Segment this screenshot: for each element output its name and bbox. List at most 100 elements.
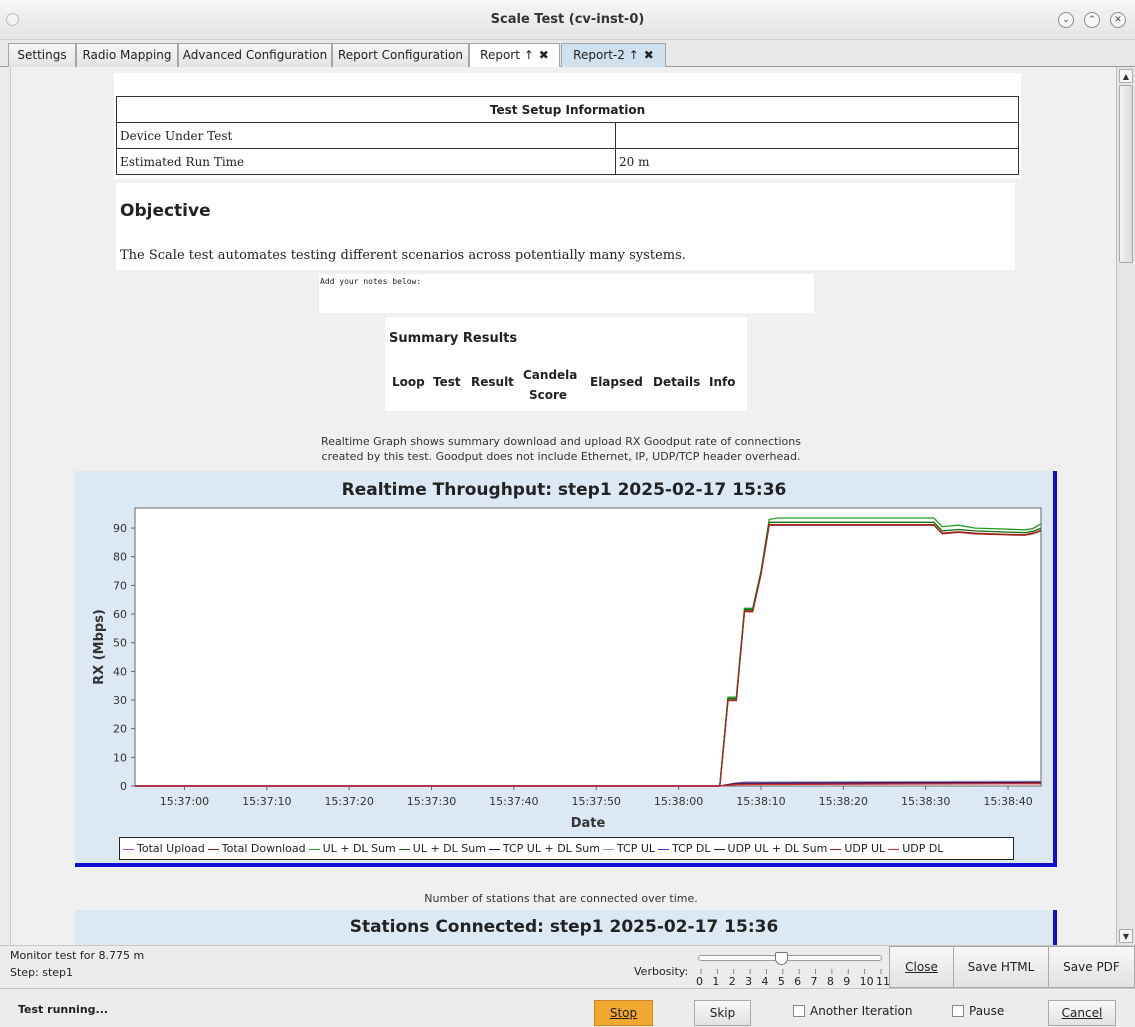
realtime-description: Realtime Graph shows summary download an…	[291, 434, 831, 464]
legend-label: UL + DL Sum	[322, 842, 396, 855]
legend-label: TCP UL	[616, 842, 656, 855]
realtime-description-line: Realtime Graph shows summary download an…	[321, 435, 801, 448]
legend-swatch	[207, 848, 219, 850]
slider-tick-label: 7	[810, 975, 818, 988]
monitor-duration: Monitor test for 8.775 m	[10, 949, 145, 962]
slider-tick-label: 5	[777, 975, 785, 988]
vertical-scrollbar[interactable]: ▲ ▼	[1116, 67, 1135, 945]
legend-label: TCP DL	[672, 842, 711, 855]
table-cell: Device Under Test	[116, 122, 616, 149]
x-tick-label: 15:38:20	[819, 795, 868, 808]
legend-item: UDP UL	[830, 842, 885, 855]
legend-swatch	[398, 848, 410, 850]
tab-advanced-configuration[interactable]: Advanced Configuration	[178, 43, 332, 67]
slider-ticks	[700, 969, 882, 974]
slider-tick-label: 8	[826, 975, 834, 988]
slider-tick-label: 2	[728, 975, 736, 988]
y-axis-label: RX (Mbps)	[92, 609, 107, 685]
objective-text: The Scale test automates testing differe…	[120, 248, 686, 263]
legend-swatch	[488, 848, 500, 850]
notes-placeholder: Add your notes below:	[320, 277, 422, 286]
close-button[interactable]: Close	[889, 946, 954, 988]
x-tick-label: 15:38:10	[736, 795, 785, 808]
legend-item: TCP UL	[602, 842, 656, 855]
legend-label: Total Upload	[137, 842, 205, 855]
x-tick-label: 15:37:50	[572, 795, 621, 808]
verbosity-label: Verbosity:	[634, 965, 689, 978]
objective-section: Objective The Scale test automates testi…	[116, 183, 1015, 270]
setup-table: Test Setup Information Device Under Test…	[116, 96, 1019, 175]
stop-button[interactable]: Stop	[594, 1000, 653, 1026]
verbosity-slider[interactable]: 0 1 2 3 4 5 6 7 8 9 10 11	[696, 952, 890, 988]
legend-swatch	[888, 848, 900, 850]
save-html-button[interactable]: Save HTML	[953, 946, 1049, 988]
summary-results-section: Summary Results Loop Test Result Candela…	[385, 317, 747, 411]
y-tick-label: 40	[113, 665, 127, 678]
tab-close-icon[interactable]: ✖	[644, 48, 654, 62]
slider-tick-label: 10	[859, 975, 874, 988]
save-pdf-button[interactable]: Save PDF	[1048, 946, 1135, 988]
stop-button-label: Stop	[609, 1006, 638, 1020]
legend-item: UDP UL + DL Sum	[713, 842, 827, 855]
slider-tick-label: 4	[761, 975, 769, 988]
scroll-up-icon[interactable]: ▲	[1119, 69, 1133, 83]
skip-button[interactable]: Skip	[694, 1000, 751, 1026]
legend-swatch	[308, 848, 320, 850]
x-tick-label: 15:37:20	[324, 795, 373, 808]
control-bar: Monitor test for 8.775 m Step: step1 Ver…	[0, 945, 1135, 988]
tab-radio-mapping[interactable]: Radio Mapping	[76, 43, 178, 67]
scrollbar-thumb[interactable]	[1119, 85, 1133, 263]
x-tick-label: 15:38:00	[654, 795, 703, 808]
stations-connected-chart: Stations Connected: step1 2025-02-17 15:…	[75, 910, 1057, 945]
slider-knob[interactable]	[775, 952, 788, 965]
legend-swatch	[658, 848, 670, 850]
legend-label: UL + DL Sum	[412, 842, 486, 855]
maximize-icon[interactable]: ⌃	[1084, 12, 1100, 28]
window-title: Scale Test (cv-inst-0)	[490, 12, 645, 27]
summary-col-test: Test	[433, 375, 461, 389]
close-button-label: Close	[905, 960, 938, 974]
tab-report[interactable]: Report ↑ ✖	[469, 43, 560, 68]
legend-item: UDP DL	[888, 842, 943, 855]
legend-item: TCP UL + DL Sum	[488, 842, 600, 855]
y-tick-label: 60	[113, 608, 127, 621]
scroll-down-icon[interactable]: ▼	[1119, 929, 1133, 943]
y-tick-label: 90	[113, 522, 127, 535]
y-tick-label: 50	[113, 637, 127, 650]
tab-report-2[interactable]: Report-2 ↑ ✖	[561, 43, 666, 67]
legend-swatch	[123, 848, 134, 850]
tab-report-configuration[interactable]: Report Configuration	[332, 43, 469, 67]
slider-tick-label: 3	[745, 975, 753, 988]
another-iteration-checkbox[interactable]	[793, 1005, 805, 1017]
slider-track[interactable]	[698, 955, 882, 961]
cancel-button[interactable]: Cancel	[1048, 1000, 1116, 1026]
x-axis-label: Date	[571, 816, 606, 831]
legend-item: UL + DL Sum	[398, 842, 486, 855]
pause-checkbox[interactable]	[952, 1005, 964, 1017]
report-content[interactable]: Test Setup Information Device Under Test…	[10, 67, 1116, 945]
minimize-icon[interactable]: ⌄	[1058, 12, 1074, 28]
x-tick-label: 15:37:40	[489, 795, 538, 808]
legend-label: UDP UL	[844, 842, 886, 855]
title-bar: Scale Test (cv-inst-0) ⌄ ⌃ ✕	[0, 0, 1135, 40]
summary-col-candela-score: Candela Score	[523, 368, 578, 402]
summary-col-elapsed: Elapsed	[590, 375, 643, 389]
objective-heading: Objective	[120, 201, 211, 221]
notes-field[interactable]: Add your notes below:	[319, 274, 814, 313]
summary-col-info: Info	[709, 375, 736, 389]
x-tick-label: 15:38:40	[983, 795, 1032, 808]
x-tick-label: 15:37:30	[407, 795, 456, 808]
tab-settings[interactable]: Settings	[8, 43, 76, 67]
slider-tick-label: 9	[843, 975, 851, 988]
y-tick-label: 0	[120, 780, 127, 793]
chart-legend: Total Upload Total Download UL + DL Sum UL …	[119, 837, 1014, 860]
table-cell: 20 m	[615, 148, 1019, 175]
y-tick-label: 30	[113, 694, 127, 707]
summary-col-details: Details	[653, 375, 701, 389]
close-icon[interactable]: ✕	[1110, 12, 1126, 28]
stations-chart-title: Stations Connected: step1 2025-02-17 15:…	[349, 917, 779, 937]
summary-col-loop: Loop	[392, 375, 425, 389]
cancel-button-label: Cancel	[1061, 1006, 1103, 1020]
slider-tick-label: 11	[876, 975, 890, 988]
tab-close-icon[interactable]: ✖	[539, 48, 549, 62]
